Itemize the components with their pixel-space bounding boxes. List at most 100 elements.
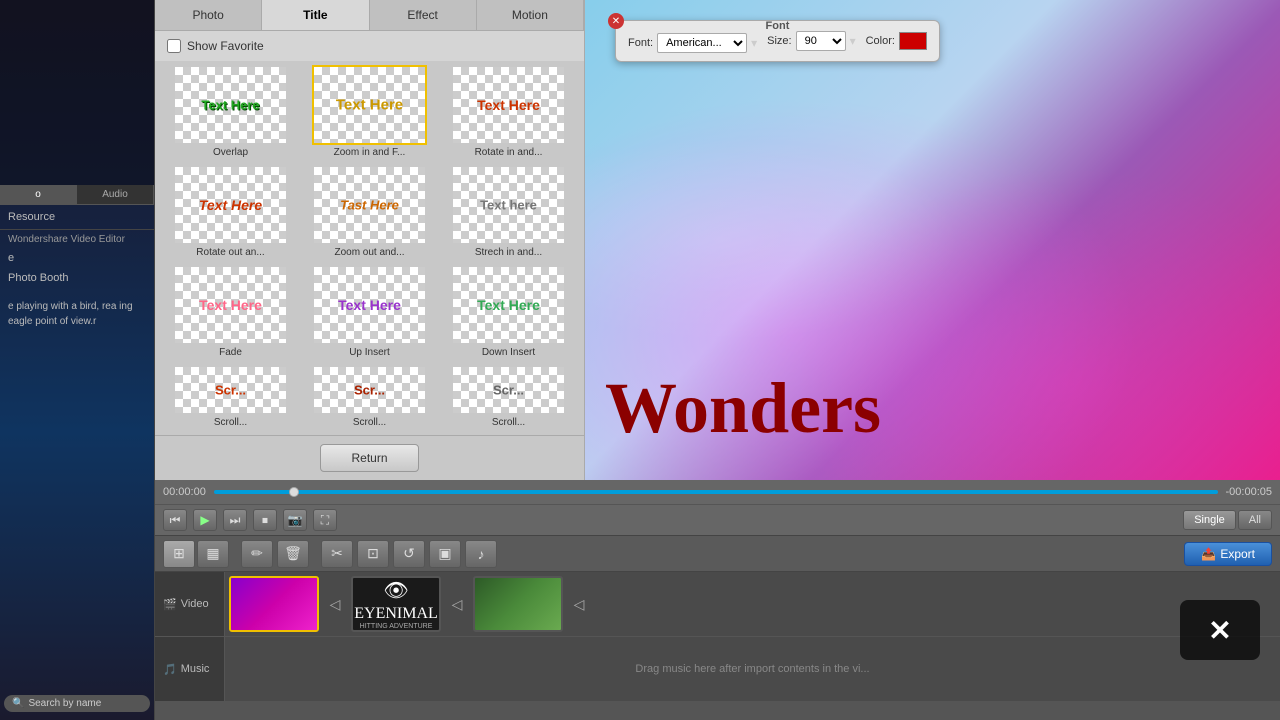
search-icon: 🔍 [12,698,24,709]
end-time: -00:00:05 [1226,486,1272,498]
size-dropdown-icon: ▾ [850,34,856,48]
tab-title[interactable]: Title [262,0,369,30]
toolbar-trim-button[interactable]: ⊡ [357,540,389,568]
sidebar-item-1[interactable]: e [0,249,154,267]
controls-row: ⏮ ▶ ⏭ ⏹ 📷 ⛶ Single All [155,504,1280,536]
timeline-view-icon: ▦ [206,545,219,562]
sidebar-tab-audio[interactable]: Audio [77,185,154,204]
effect-scroll-3[interactable]: Scr... Scroll... [441,365,576,431]
toolbar-rotate-button[interactable]: ↺ [393,540,425,568]
title-panel: Photo Title Effect Motion Show Favorite … [155,0,585,480]
effect-rotate-out-preview: Text Here [173,165,288,245]
eyenimal-content: 👁 EYENIMAL HITTING ADVENTURE [354,578,438,630]
font-dialog-close[interactable]: ✕ [608,13,624,29]
effect-fade-preview: Text Here [173,265,288,345]
screenshot-button[interactable]: 📷 [283,509,307,531]
eyenimal-icon: 👁 [383,578,408,603]
tab-motion[interactable]: Motion [477,0,584,30]
toolbar-delete-button[interactable]: 🗑 [277,540,309,568]
toolbar-audio-button[interactable]: ♪ [465,540,497,568]
effect-up-insert[interactable]: Text Here Up Insert [302,265,437,361]
effect-scroll-2[interactable]: Scr... Scroll... [302,365,437,431]
effect-up-insert-preview: Text Here [312,265,427,345]
font-label: Font: [628,37,653,49]
fullscreen-button[interactable]: ⛶ [313,509,337,531]
search-bar[interactable]: 🔍 Search by name [4,695,150,712]
effect-zoom-in[interactable]: Text Here Zoom in and F... [302,65,437,161]
eyenimal-name: EYENIMAL [354,605,438,623]
trim-icon: ⊡ [367,545,379,562]
toolbar-timeline-view[interactable]: ▦ [197,540,229,568]
toolbar-edit-button[interactable]: ✏ [241,540,273,568]
font-dialog-title: Font [766,20,790,32]
stop-button[interactable]: ⏹ [253,509,277,531]
sidebar-description: e playing with a bird, rea ing eagle poi… [0,291,154,337]
effect-down-insert[interactable]: Text Here Down Insert [441,265,576,361]
toolbar-cut-button[interactable]: ✂ [321,540,353,568]
forward-button[interactable]: ⏭ [223,509,247,531]
effect-zoom-out[interactable]: Tast Here Zoom out and... [302,165,437,261]
effect-overlap[interactable]: Text Here Overlap [163,65,298,161]
toolbar-row: ⊞ ▦ ✏ 🗑 ✂ ⊡ ↺ ▣ ♪ 📤 Export [155,536,1280,572]
toolbar-video-view[interactable]: ⊞ [163,540,195,568]
music-placeholder-text: Drag music here after import contents in… [635,663,869,675]
effect-fade[interactable]: Text Here Fade [163,265,298,361]
sidebar-photo-booth[interactable]: Photo Booth [0,269,154,287]
transition-1[interactable]: ◁ [323,592,347,616]
clip-purple[interactable] [229,576,319,632]
transition-2[interactable]: ◁ [445,592,469,616]
effects-grid: Text Here Overlap Text Here Zoom in and … [155,61,584,435]
play-button[interactable]: ▶ [193,509,217,531]
clip-eyenimal[interactable]: 👁 EYENIMAL HITTING ADVENTURE [351,576,441,632]
export-button[interactable]: 📤 Export [1184,542,1272,566]
sidebar-tab-media[interactable]: o [0,185,77,204]
effect-scroll-1-label: Scroll... [214,417,247,428]
music-track-content: Drag music here after import contents in… [225,637,1280,701]
rotate-icon: ↺ [403,545,415,562]
single-mode-button[interactable]: Single [1183,510,1236,530]
app-name-label: Wondershare Video Editor [0,230,154,249]
all-mode-button[interactable]: All [1238,510,1272,530]
effect-scroll-3-text: Scr... [493,383,524,398]
timeline-track[interactable] [214,490,1218,494]
effect-zoom-in-label: Zoom in and F... [334,147,406,158]
size-selector[interactable]: 90 [796,31,846,51]
tab-photo[interactable]: Photo [155,0,262,30]
clip-nature-visual [475,578,561,630]
effect-down-insert-preview: Text Here [451,265,566,345]
effect-rotate-out[interactable]: Text Here Rotate out an... [163,165,298,261]
toolbar-adjust-button[interactable]: ▣ [429,540,461,568]
audio-icon: ♪ [478,546,485,562]
color-swatch[interactable] [899,32,927,50]
effect-overlap-label: Overlap [213,147,248,158]
main-content: Photo Title Effect Motion Show Favorite … [155,0,1280,480]
video-track-row: 🎬 Video ◁ 👁 EYENIMAL HITTING ADVENTURE [155,572,1280,637]
show-favorite-label: Show Favorite [187,39,264,53]
rewind-button[interactable]: ⏮ [163,509,187,531]
tab-effect[interactable]: Effect [370,0,477,30]
effect-scroll-1-text: Scr... [215,383,246,398]
show-favorite-row: Show Favorite [155,31,584,61]
music-track-name: Music [181,663,210,675]
clip-nature[interactable] [473,576,563,632]
timeline-thumb[interactable] [289,487,299,497]
effect-rotate-out-label: Rotate out an... [196,247,264,258]
font-selector[interactable]: American... [657,33,747,53]
transition-3[interactable]: ◁ [567,592,591,616]
font-dialog: ✕ Font Font: American... ▾ Size: 90 ▾ [615,20,940,62]
timeline-bar: 00:00:00 -00:00:05 [155,480,1280,504]
toolbar-view-group: ⊞ ▦ [163,540,229,568]
delete-overlay[interactable]: ✕ [1180,600,1260,660]
effect-zoom-out-preview: Tast Here [312,165,427,245]
top-tabs: Photo Title Effect Motion [155,0,584,31]
effect-rotate-in[interactable]: Text Here Rotate in and... [441,65,576,161]
return-btn-area: Return [155,435,584,480]
sidebar-tabs: o Audio [0,185,154,205]
effect-scroll-1[interactable]: Scr... Scroll... [163,365,298,431]
return-button[interactable]: Return [320,444,418,472]
effect-strech-in[interactable]: Text here Strech in and... [441,165,576,261]
show-favorite-checkbox[interactable] [167,39,181,53]
effect-up-insert-text: Text Here [338,297,401,313]
delete-x-icon: ✕ [1208,614,1231,647]
color-field: Color: [866,32,927,50]
